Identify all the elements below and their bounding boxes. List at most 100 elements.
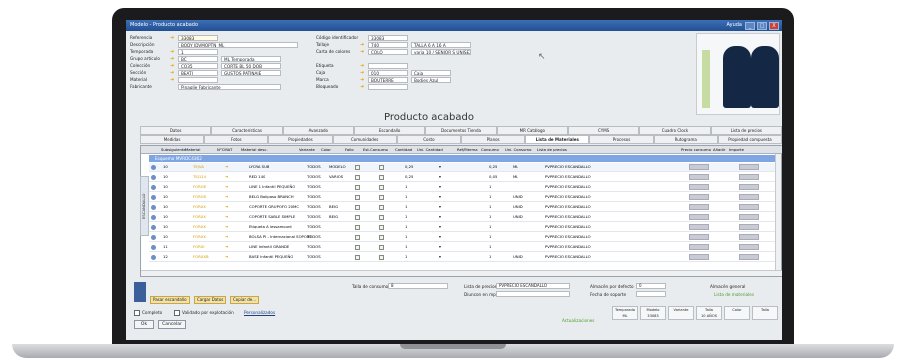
fallo-checkbox[interactable] xyxy=(355,235,360,240)
tab-fotos[interactable]: Fotos xyxy=(204,135,269,144)
manufacturer-select[interactable]: Pinaglie Fabricante xyxy=(178,83,281,90)
fallo-checkbox[interactable] xyxy=(355,165,360,170)
column-header[interactable]: Uni. Cantidad xyxy=(417,146,443,154)
table-row[interactable]: 10 TEJVA ➜ LYCRA SUB TODOS MODELO 0,25 ▾ 0,25 ML P… xyxy=(149,163,779,172)
fallo-checkbox[interactable] xyxy=(355,195,360,200)
precio-button[interactable] xyxy=(689,194,709,200)
horizontal-scrollbar[interactable] xyxy=(141,270,782,276)
column-header[interactable]: Lista de precios xyxy=(537,146,567,154)
column-header[interactable]: Material desc. xyxy=(241,146,268,154)
cell-unidad-dropdown[interactable]: ▾ xyxy=(439,203,441,211)
collection-input[interactable]: CO35 xyxy=(178,62,218,69)
cell-unidad-dropdown[interactable]: ▾ xyxy=(439,183,441,191)
consumo-checkbox[interactable] xyxy=(379,215,384,220)
fallo-checkbox[interactable] xyxy=(355,205,360,210)
precio-button[interactable] xyxy=(689,214,709,220)
tab-propiedad-compuesta[interactable]: Propiedad compuesta xyxy=(717,135,782,144)
label-input[interactable] xyxy=(368,62,408,69)
importe-button[interactable] xyxy=(739,194,759,200)
tab-lista-materiales[interactable]: Lista de Materiales xyxy=(525,135,590,144)
group-row[interactable]: Esquema MVRDC4362 xyxy=(149,155,779,162)
table-row[interactable]: 10 FORXX ➜ BOLSA PI - Internacional SOPORT T… xyxy=(149,233,779,242)
precio-button[interactable] xyxy=(689,224,709,230)
tab-caracteristicas[interactable]: Características xyxy=(211,126,283,135)
column-header[interactable]: Color xyxy=(321,146,331,154)
cargar-datos-button[interactable]: Cargar Datos xyxy=(194,296,227,304)
tab-cyms[interactable]: CYMS xyxy=(567,126,640,135)
column-header[interactable]: Subsiguiente xyxy=(161,146,186,154)
color-chart-input[interactable]: COLO xyxy=(368,48,408,55)
importe-button[interactable] xyxy=(739,204,759,210)
table-row[interactable]: 10 FORGE ➜ LINE 1 Infantil PEQUEÑO TODOS 1 ▾ 1 P… xyxy=(149,183,779,192)
tab-lista-precios[interactable]: Lista de precios xyxy=(710,126,782,135)
article-group-input[interactable]: BC xyxy=(178,55,218,62)
importe-button[interactable] xyxy=(739,224,759,230)
maximize-button[interactable]: □ xyxy=(757,21,767,30)
importe-button[interactable] xyxy=(739,184,759,190)
column-header[interactable]: Material xyxy=(185,146,200,154)
completo-checkbox[interactable] xyxy=(134,310,140,316)
column-header[interactable]: Variante xyxy=(299,146,315,154)
personalizados-link[interactable]: Personalizados xyxy=(244,310,275,315)
column-header[interactable]: Ref/Merma xyxy=(457,146,478,154)
cell-unidad-dropdown[interactable]: ▾ xyxy=(439,223,441,231)
season-input[interactable]: 1 xyxy=(178,48,218,55)
cell-unidad-dropdown[interactable]: ▾ xyxy=(439,213,441,221)
importe-button[interactable] xyxy=(739,244,759,250)
tab-comunidades[interactable]: Comunidades xyxy=(332,135,397,144)
copiar-de-button[interactable]: Copiar de... xyxy=(230,296,260,304)
column-header[interactable]: Importe xyxy=(729,146,744,154)
importe-button[interactable] xyxy=(739,254,759,260)
blocked-input[interactable] xyxy=(368,83,408,90)
fallo-checkbox[interactable] xyxy=(355,185,360,190)
tab-documentos[interactable]: Documentos Tienda xyxy=(425,126,497,135)
precio-button[interactable] xyxy=(689,184,709,190)
consumo-checkbox[interactable] xyxy=(379,205,384,210)
sizing-input[interactable]: 740 xyxy=(368,41,408,48)
lista-precios-select[interactable]: PVPRECIO ESCANDALLO xyxy=(496,283,570,289)
column-header[interactable]: Precio consumo xyxy=(681,146,711,154)
column-header[interactable]: Cantidad xyxy=(395,146,412,154)
precio-button[interactable] xyxy=(689,204,709,210)
reference-input[interactable]: 33083 xyxy=(178,34,218,41)
tab-escandallo[interactable]: Escandallo xyxy=(353,126,426,135)
tab-medidas[interactable]: Medidas xyxy=(140,135,205,144)
consumo-checkbox[interactable] xyxy=(379,195,384,200)
column-header[interactable]: Añadir xyxy=(713,146,725,154)
precio-button[interactable] xyxy=(689,234,709,240)
table-row[interactable]: 10 FORXX ➜ COPORTE SABLE SIMPLE TODOS BEIG 1 ▾ 1… xyxy=(149,213,779,222)
tab-catalogo[interactable]: MR Catálogo xyxy=(496,126,568,135)
consumo-checkbox[interactable] xyxy=(379,175,384,180)
vertical-scrollbar[interactable] xyxy=(775,154,781,272)
consumo-checkbox[interactable] xyxy=(379,255,384,260)
fallo-checkbox[interactable] xyxy=(355,225,360,230)
consumo-checkbox[interactable] xyxy=(379,165,384,170)
fecha-soporte-input[interactable] xyxy=(636,291,666,297)
tab-datos[interactable]: Datos xyxy=(140,126,212,135)
minimize-button[interactable]: _ xyxy=(745,21,755,30)
table-row[interactable]: 10 FORXX ➜ COPORTE GRUPOFO 20MC TODOS BEIG 1 ▾ 1… xyxy=(149,203,779,212)
talla-consumo-select[interactable]: 8 xyxy=(388,283,448,289)
fallo-checkbox[interactable] xyxy=(355,215,360,220)
cell-unidad-dropdown[interactable]: ▾ xyxy=(439,233,441,241)
fallo-checkbox[interactable] xyxy=(355,245,360,250)
section-input[interactable]: BEATI xyxy=(178,69,218,76)
cell-unidad-dropdown[interactable]: ▾ xyxy=(439,163,441,171)
importe-button[interactable] xyxy=(739,164,759,170)
precio-button[interactable] xyxy=(689,164,709,170)
validado-checkbox[interactable] xyxy=(174,310,180,316)
consumo-checkbox[interactable] xyxy=(379,185,384,190)
cell-unidad-dropdown[interactable]: ▾ xyxy=(439,253,441,261)
column-header[interactable]: Uni. Consumo xyxy=(505,146,531,154)
tab-costo[interactable]: Costo xyxy=(396,135,462,144)
tab-planos[interactable]: Planos xyxy=(461,135,526,144)
material-input[interactable] xyxy=(178,76,218,83)
importe-button[interactable] xyxy=(739,234,759,240)
column-header[interactable]: Est.Consumo xyxy=(363,146,388,154)
cancel-button[interactable]: Cancelar xyxy=(158,320,186,329)
tab-cuadro-clock[interactable]: Cuadro Clock xyxy=(639,126,711,135)
description-input[interactable]: BODY IDVMOPTN_ML xyxy=(178,41,298,48)
consumo-checkbox[interactable] xyxy=(379,235,384,240)
importe-button[interactable] xyxy=(739,174,759,180)
table-row[interactable]: 12 FORXXB ➜ BASE Infantil PEQUEÑO TODOS 1 ▾ 1 UN… xyxy=(149,253,779,262)
